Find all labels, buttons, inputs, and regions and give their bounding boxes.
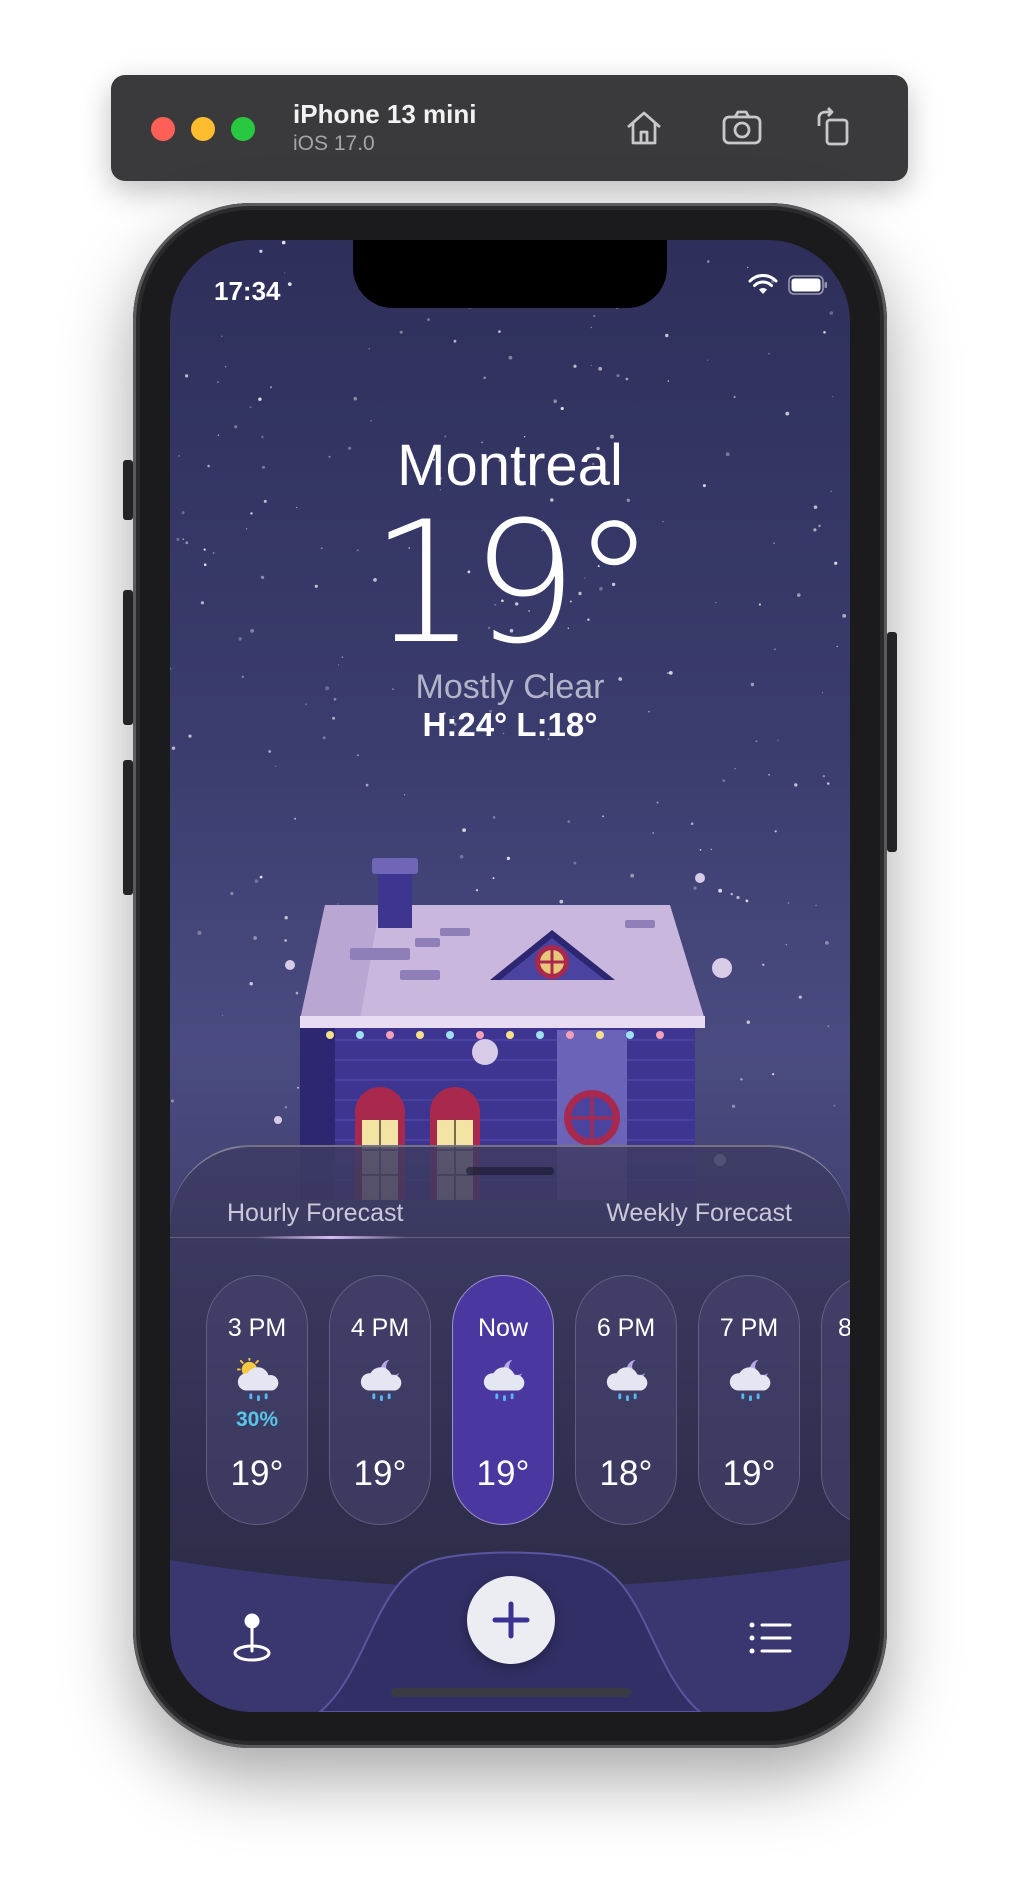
- hour-label: Now: [477, 1314, 528, 1342]
- simulator-toolbar: iPhone 13 mini iOS 17.0: [111, 75, 908, 181]
- sun-cloud-rain-icon: [233, 1357, 283, 1402]
- tab-hourly-forecast[interactable]: Hourly Forecast: [227, 1199, 403, 1228]
- hour-temperature: 19°: [230, 1454, 284, 1493]
- status-time: 17:34: [214, 276, 281, 306]
- hour-temperature: 19°: [722, 1454, 776, 1493]
- mute-switch: [123, 460, 133, 520]
- screenshot-icon: [722, 110, 762, 145]
- screenshot-button[interactable]: [717, 103, 767, 153]
- volume-down-button: [123, 760, 133, 895]
- hour-temperature: 19°: [353, 1454, 407, 1493]
- hourly-forecast-item[interactable]: 3 PM 30% 19°: [206, 1275, 308, 1525]
- rotate-button[interactable]: [809, 103, 859, 153]
- close-window-button[interactable]: [151, 117, 175, 141]
- os-version: iOS 17.0: [293, 132, 375, 155]
- high-low-temperature: H:24° L:18°: [422, 706, 598, 743]
- precipitation-chance: 30%: [235, 1408, 279, 1431]
- map-pin-icon: [233, 1613, 271, 1662]
- status-icons: [748, 274, 828, 296]
- hourly-forecast-item[interactable]: 6 PM 18°: [575, 1275, 677, 1525]
- map-button[interactable]: [222, 1608, 282, 1668]
- home-indicator: [391, 1688, 631, 1697]
- wifi-icon: [748, 274, 778, 294]
- house-illustration: [274, 858, 732, 1200]
- power-button: [887, 632, 897, 852]
- moon-cloud-rain-icon: [356, 1358, 406, 1402]
- hourly-forecast-item[interactable]: 8: [821, 1275, 850, 1525]
- current-temperature: 19°: [370, 485, 656, 681]
- volume-up-button: [123, 590, 133, 725]
- hour-temperature: 18°: [599, 1454, 653, 1493]
- hour-label: 8: [838, 1314, 850, 1342]
- hour-label: 6 PM: [596, 1314, 656, 1342]
- hourly-forecast-item[interactable]: Now 19°: [452, 1275, 554, 1525]
- rotate-icon: [817, 107, 849, 146]
- list-button[interactable]: [740, 1608, 800, 1668]
- list-icon: [749, 1622, 792, 1654]
- zoom-window-button[interactable]: [231, 117, 255, 141]
- device-name: iPhone 13 mini: [293, 99, 477, 129]
- plus-icon: [492, 1601, 530, 1639]
- hourly-forecast-item[interactable]: 7 PM 19°: [698, 1275, 800, 1525]
- battery-icon: [788, 275, 827, 295]
- hour-label: 7 PM: [719, 1314, 779, 1342]
- minimize-window-button[interactable]: [191, 117, 215, 141]
- moon-cloud-rain-icon: [602, 1358, 652, 1402]
- phone-screen: 17:34 Montreal 19° Mostly Clear H:24° L:…: [170, 240, 850, 1712]
- hourly-forecast-item[interactable]: 4 PM 19°: [329, 1275, 431, 1525]
- add-location-button[interactable]: [467, 1576, 555, 1664]
- moon-cloud-rain-icon: [479, 1358, 529, 1402]
- hour-label: 4 PM: [350, 1314, 410, 1342]
- weather-condition: Mostly Clear: [415, 668, 605, 706]
- sheet-grabber[interactable]: [466, 1167, 554, 1175]
- home-button[interactable]: [619, 103, 669, 153]
- tab-weekly-forecast[interactable]: Weekly Forecast: [606, 1199, 792, 1228]
- notch: [353, 240, 667, 308]
- moon-cloud-rain-icon: [725, 1358, 775, 1402]
- hour-temperature: 19°: [476, 1454, 530, 1493]
- hour-label: 3 PM: [227, 1314, 287, 1342]
- tab-indicator: [256, 1236, 406, 1239]
- home-icon: [627, 111, 661, 145]
